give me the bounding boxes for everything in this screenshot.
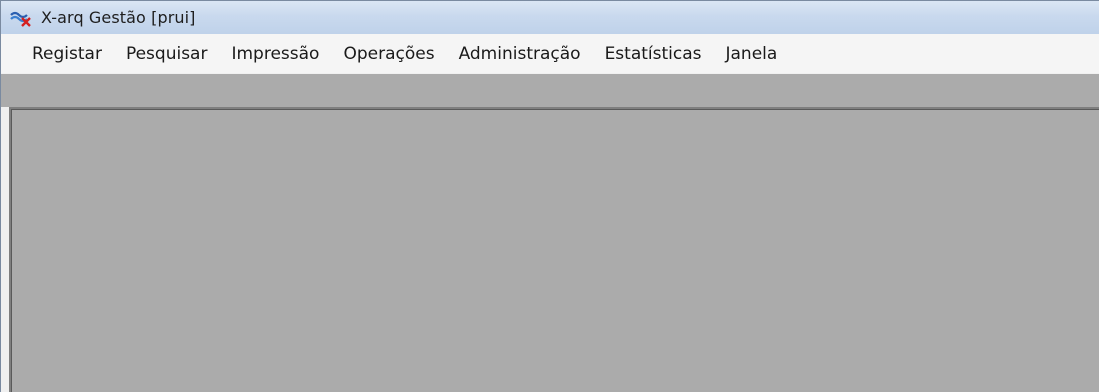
window-left-frame — [1, 107, 9, 392]
window-title: X-arq Gestão [prui] — [41, 8, 196, 27]
menu-bar: Registar Pesquisar Impressão Operações A… — [1, 34, 1099, 74]
title-bar[interactable]: X-arq Gestão [prui] — [1, 1, 1099, 34]
mdi-workspace[interactable] — [9, 107, 1099, 392]
menu-estatisticas[interactable]: Estatísticas — [594, 40, 713, 68]
menu-pesquisar[interactable]: Pesquisar — [115, 40, 219, 68]
menu-operacoes[interactable]: Operações — [332, 40, 445, 68]
menu-registar[interactable]: Registar — [21, 40, 113, 68]
application-window: X-arq Gestão [prui] Registar Pesquisar I… — [0, 0, 1099, 392]
menu-janela[interactable]: Janela — [715, 40, 789, 68]
menu-impressao[interactable]: Impressão — [220, 40, 330, 68]
menu-administracao[interactable]: Administração — [448, 40, 592, 68]
x-arq-app-icon[interactable] — [10, 9, 32, 27]
